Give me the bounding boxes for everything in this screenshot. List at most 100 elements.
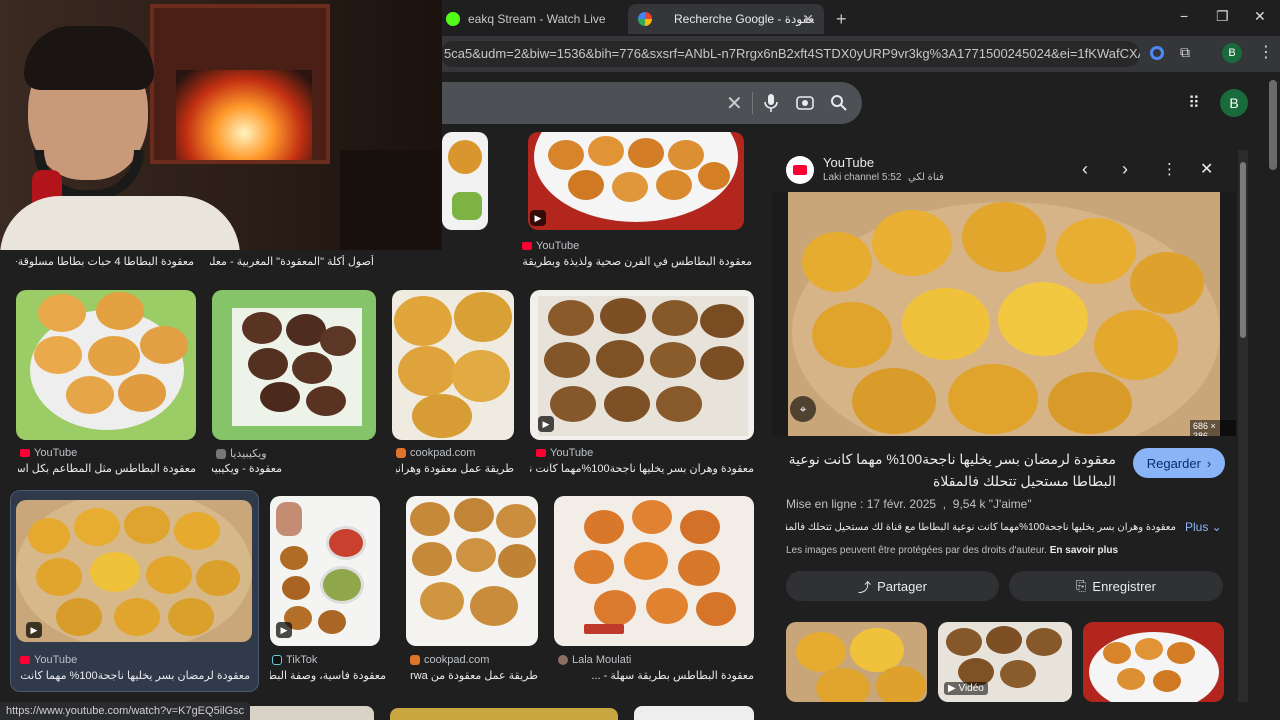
food-patty	[394, 296, 452, 346]
tab-google-search[interactable]: Recherche Google - معقودة ✕	[628, 4, 824, 34]
close-panel-icon[interactable]: ✕	[1200, 159, 1213, 179]
food-patty	[652, 300, 698, 336]
image-result-thumb[interactable]	[212, 290, 376, 440]
image-result-thumb[interactable]: ▶	[528, 132, 744, 230]
lens-search-icon[interactable]: ⌖	[790, 396, 816, 422]
microphone-icon[interactable]	[764, 93, 778, 113]
food-patty	[876, 666, 926, 702]
search-box[interactable]: ✕	[430, 82, 862, 124]
image-result-thumb-peek[interactable]	[390, 708, 618, 720]
food-patty	[452, 350, 510, 402]
image-result-thumb-peek[interactable]	[634, 706, 754, 720]
lettuce-garnish	[452, 192, 482, 220]
result-meta: Mise en ligne : 17 févr. 2025 , 9,54 k "…	[786, 497, 1032, 511]
visit-button[interactable]: Regarder ›	[1133, 448, 1225, 478]
food-patty	[454, 292, 512, 342]
food-patty	[448, 140, 482, 174]
image-result-thumb[interactable]: ▶	[270, 496, 380, 646]
close-tab-icon[interactable]: ✕	[802, 11, 814, 28]
image-result-thumb-selected[interactable]: ▶	[16, 500, 252, 642]
preview-image[interactable]: ⌖ 686 × 386	[772, 192, 1236, 436]
related-image-thumb[interactable]: ▶ Vidéo	[938, 622, 1072, 702]
minimize-button[interactable]: −	[1180, 8, 1188, 24]
learn-more-link[interactable]: En savoir plus	[1050, 545, 1118, 556]
kick-icon	[446, 12, 460, 26]
peas-bowl	[320, 566, 364, 604]
image-source: TikTok	[272, 654, 317, 666]
apps-grid-icon[interactable]: ⠿	[1188, 93, 1200, 113]
related-image-thumb[interactable]	[786, 622, 927, 702]
more-options-icon[interactable]: ⋮	[1162, 160, 1177, 178]
image-caption: معقودة البطاطا 4 حبات بطاطا مسلوقة+ بيضة…	[16, 256, 194, 268]
source-label: cookpad.com	[424, 654, 490, 666]
food-patty	[36, 558, 82, 596]
extensions-puzzle-icon[interactable]: ⧉	[1180, 44, 1190, 61]
chrome-menu-icon[interactable]: ⋮	[1258, 42, 1274, 62]
next-arrow-icon[interactable]: ›	[1122, 159, 1128, 180]
search-icon[interactable]	[830, 94, 848, 112]
new-tab-button[interactable]: +	[826, 4, 852, 34]
profile-avatar[interactable]: B	[1222, 43, 1242, 63]
related-image-thumb[interactable]	[1083, 622, 1224, 702]
google-account-avatar[interactable]: B	[1220, 89, 1248, 117]
image-source: cookpad.com	[396, 447, 475, 459]
image-result-thumb[interactable]	[554, 496, 754, 646]
video-badge: ▶ Vidéo	[944, 682, 988, 695]
save-label: Enregistrer	[1092, 578, 1156, 594]
food-patty	[594, 590, 636, 626]
food-patty	[412, 542, 452, 576]
food-patty	[574, 550, 614, 584]
youtube-icon	[536, 449, 546, 457]
chevron-right-icon: ›	[1206, 455, 1212, 471]
close-window-button[interactable]: ✕	[1254, 8, 1266, 25]
food-patty	[454, 498, 494, 532]
food-patty	[282, 576, 310, 600]
result-title[interactable]: معقودة لرمضان بسر يخليها ناجحة100% مهما …	[786, 448, 1116, 492]
address-bar[interactable]: 5ca5&udm=2&biw=1536&bih=776&sxsrf=ANbL-n…	[440, 41, 1140, 67]
food-patty	[548, 140, 584, 170]
food-patty	[398, 346, 456, 396]
image-caption: معقودة فاسية، وصفة البطا...	[270, 670, 386, 682]
save-button[interactable]: ⎘ Enregistrer	[1009, 571, 1223, 601]
play-icon: ▶	[530, 210, 546, 226]
food-patty	[56, 598, 102, 636]
food-patty	[632, 500, 672, 534]
previous-arrow-icon[interactable]: ‹	[1082, 159, 1088, 180]
clear-search-icon[interactable]: ✕	[726, 91, 743, 116]
food-patty	[596, 340, 644, 378]
food-patty	[146, 556, 192, 594]
image-preview-panel: YouTube Laki channel 5:52 قناة لكي ‹ › ⋮…	[772, 140, 1236, 720]
image-caption: معقودة - ويكيبيديا	[212, 463, 282, 475]
tab-kick-stream[interactable]: eakq Stream - Watch Live on Ki	[436, 4, 626, 34]
lens-camera-icon[interactable]	[796, 94, 814, 112]
image-caption: معقودة البطاطس بطريقة سهلة - ...	[591, 670, 754, 682]
food-patty	[696, 592, 736, 626]
food-patty	[88, 336, 140, 376]
food-patty	[260, 382, 300, 412]
tab-label: Recherche Google - معقودة	[674, 12, 814, 26]
image-result-thumb[interactable]	[406, 496, 538, 646]
food-patty	[318, 610, 346, 634]
extension-icon-blue[interactable]	[1150, 46, 1164, 60]
image-result-thumb[interactable]	[16, 290, 196, 440]
image-result-thumb[interactable]	[392, 290, 514, 440]
maximize-button[interactable]: ❐	[1216, 8, 1229, 25]
food-patty	[118, 374, 166, 412]
image-result-thumb[interactable]: ▶	[530, 290, 754, 440]
food-patty	[320, 326, 356, 356]
source-label: YouTube	[34, 447, 78, 459]
copyright-notice: Les images peuvent être protégées par de…	[786, 545, 1118, 556]
food-patty	[946, 628, 982, 656]
source-name[interactable]: YouTube	[823, 155, 874, 170]
food-patty	[550, 386, 596, 422]
page-scroll-thumb[interactable]	[1269, 80, 1277, 170]
bookmark-icon: ⎘	[1076, 578, 1087, 593]
food-patty	[90, 552, 140, 592]
more-link[interactable]: Plus ⌄	[1185, 520, 1222, 534]
youtube-icon	[793, 165, 807, 175]
share-button[interactable]: ⤴ Partager	[786, 571, 999, 601]
panel-scroll-thumb[interactable]	[1240, 162, 1246, 338]
food-patty	[678, 550, 720, 586]
video-badge-label: Vidéo	[958, 683, 984, 694]
image-result-thumb[interactable]	[442, 132, 488, 230]
